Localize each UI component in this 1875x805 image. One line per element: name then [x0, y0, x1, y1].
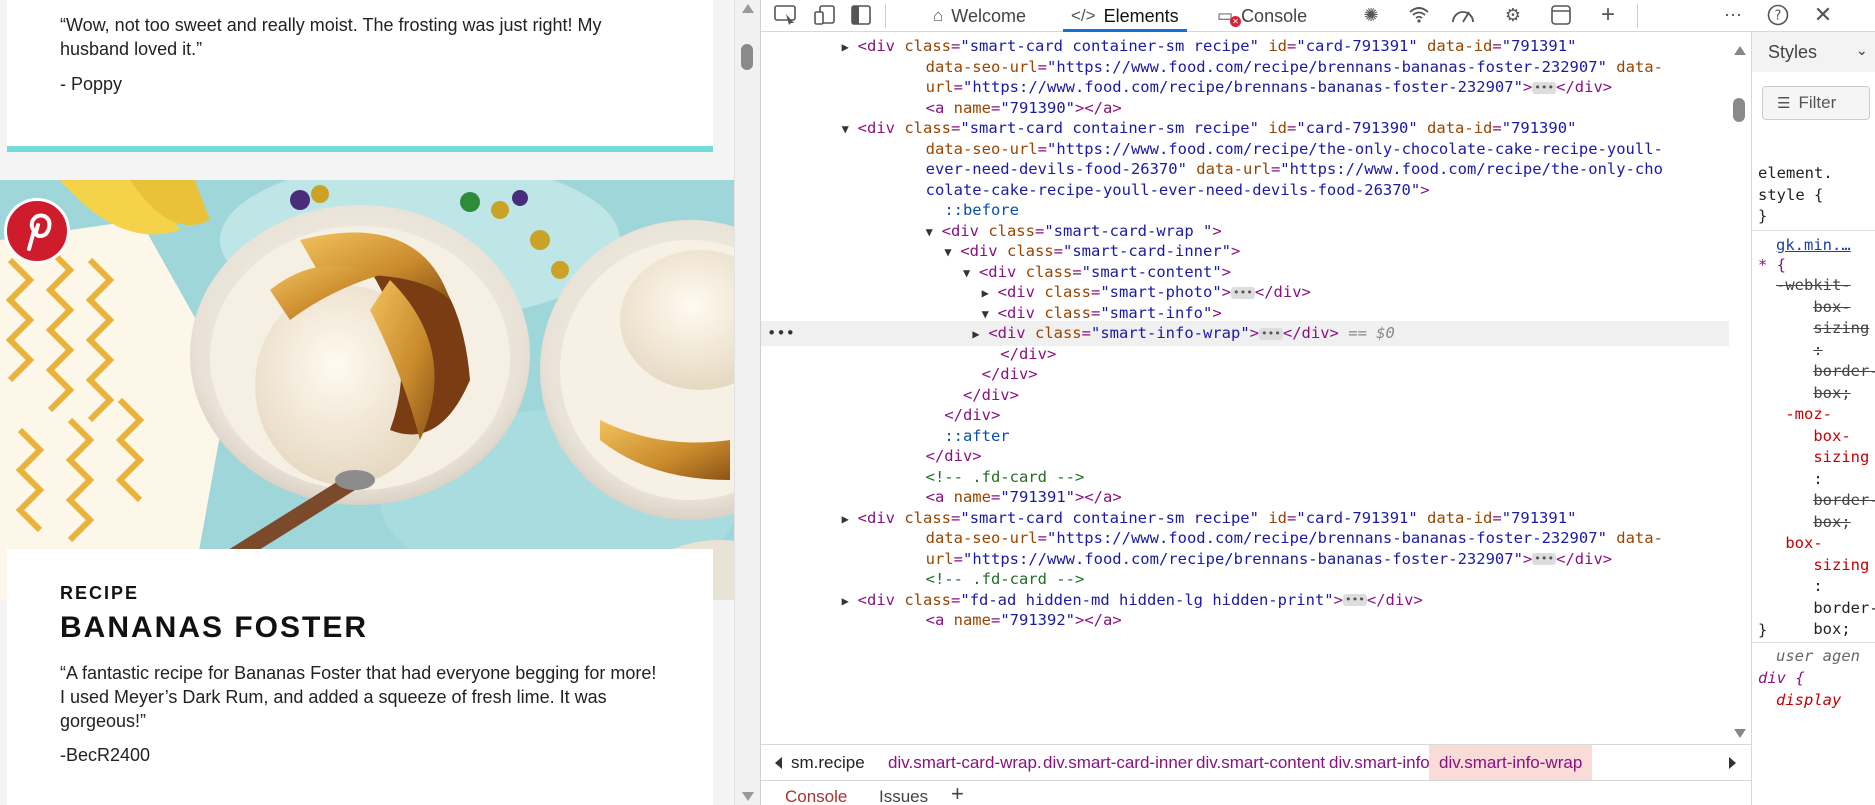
ua-property[interactable]: display	[1776, 690, 1841, 712]
drawer-tab-issues[interactable]: Issues	[879, 787, 928, 805]
gear-chip-icon[interactable]: ⚙	[1499, 2, 1527, 28]
svg-text:?: ?	[1775, 9, 1782, 24]
scroll-thumb[interactable]	[1733, 98, 1745, 122]
css-declarations[interactable]: -webkit- box- sizing : border- box; -moz…	[1776, 275, 1875, 641]
recipe-kicker: RECIPE	[60, 583, 140, 603]
recipe-title[interactable]: BANANAS FOSTER	[60, 611, 368, 645]
chevron-down-icon[interactable]: ⌄	[1856, 42, 1868, 59]
breadcrumb-item[interactable]: sm.recipe	[781, 745, 875, 781]
user-agent-label: user agen	[1776, 647, 1860, 665]
sidebar-toggle-icon[interactable]	[847, 2, 875, 28]
styles-pane: Styles ⌄ ☰ Filter element. style { } gk.m…	[1751, 32, 1875, 805]
application-icon[interactable]	[1547, 2, 1575, 28]
tab-welcome-label: Welcome	[951, 5, 1026, 26]
tab-styles[interactable]: Styles	[1768, 42, 1817, 63]
performance-icon[interactable]	[1449, 2, 1477, 28]
tab-console-label: Console	[1241, 5, 1308, 26]
breadcrumb-item[interactable]: div.smart-card-inner	[1033, 745, 1203, 781]
ellipsis-icon[interactable]: •••	[1532, 553, 1557, 565]
close-brace: }	[1758, 621, 1768, 639]
element-style-rule[interactable]: element. style { }	[1758, 163, 1833, 228]
bug-icon[interactable]: ✺	[1357, 2, 1385, 28]
scroll-up-arrow-icon[interactable]	[742, 4, 754, 13]
recipe-review-author: -BecR2400	[60, 745, 151, 765]
universal-selector-rule[interactable]: * {	[1758, 255, 1786, 277]
drawer-tab-console[interactable]: Console	[785, 787, 847, 805]
more-icon[interactable]: ⋯	[1719, 2, 1747, 28]
scroll-up-arrow-icon[interactable]	[1734, 46, 1746, 55]
tab-console[interactable]: ▭ ✕ Console	[1217, 0, 1307, 32]
device-emulation-icon[interactable]	[811, 2, 839, 28]
scroll-down-arrow-icon[interactable]	[742, 792, 754, 801]
code-icon: </>	[1071, 6, 1096, 25]
review-quote: “Wow, not too sweet and really moist. Th…	[60, 15, 602, 59]
styles-filter-input[interactable]: ☰ Filter	[1762, 86, 1870, 120]
home-icon: ⌂	[933, 6, 944, 25]
ua-selector[interactable]: div {	[1758, 668, 1805, 690]
ellipsis-icon[interactable]: •••	[1259, 327, 1283, 340]
styles-header: Styles ⌄	[1752, 32, 1875, 72]
drawer-tabbar: Console Issues +	[761, 780, 1875, 805]
breadcrumb-item[interactable]: div.smart-card-wrap.	[878, 745, 1052, 781]
devtools-panel: ⌂ Welcome </> Elements ▭ ✕ Console ✺ ⚙ + ⋯ ?…	[760, 0, 1875, 805]
close-icon[interactable]: ✕	[1809, 2, 1837, 28]
recipe-card[interactable]: RECIPE BANANAS FOSTER “A fantastic recip…	[7, 549, 713, 805]
review-card: “Wow, not too sweet and really moist. Th…	[7, 0, 713, 152]
dom-tree[interactable]: ▶ <div class="smart-card container-sm rec…	[761, 32, 1729, 744]
pinterest-save-button[interactable]	[4, 198, 70, 264]
ellipsis-icon[interactable]: •••	[1532, 81, 1557, 94]
dom-node-line[interactable]: <a name="791392"></a>	[761, 608, 1729, 633]
scroll-thumb[interactable]	[741, 44, 753, 70]
row-options-icon[interactable]: •••	[761, 324, 795, 342]
breadcrumb-item[interactable]: div.smart-content	[1186, 745, 1335, 781]
review-author: - Poppy	[60, 74, 123, 94]
breadcrumb-item-active[interactable]: div.smart-info-wrap	[1429, 745, 1593, 781]
stylesheet-link[interactable]: gk.min.…	[1776, 235, 1851, 257]
breadcrumb-item[interactable]: div.smart-info	[1319, 745, 1440, 781]
tab-elements-label: Elements	[1103, 5, 1179, 26]
devtools-toolbar: ⌂ Welcome </> Elements ▭ ✕ Console ✺ ⚙ + ⋯ ?…	[761, 0, 1875, 32]
recipe-photo[interactable]	[0, 180, 734, 600]
drawer-add-icon[interactable]: +	[951, 781, 964, 805]
pinterest-icon	[27, 213, 52, 251]
filter-icon: ☰	[1777, 95, 1791, 112]
dom-tree-scrollbar[interactable]	[1729, 32, 1751, 744]
ellipsis-icon[interactable]: •••	[1231, 286, 1255, 299]
scroll-down-arrow-icon[interactable]	[1734, 729, 1746, 738]
console-icon: ▭ ✕	[1217, 6, 1241, 27]
breadcrumb-right-arrow-icon[interactable]	[1729, 757, 1736, 769]
tab-elements[interactable]: </> Elements	[1063, 0, 1187, 32]
filter-placeholder: Filter	[1798, 93, 1837, 112]
web-page-viewport[interactable]: “Wow, not too sweet and really moist. Th…	[0, 0, 734, 805]
error-badge-icon: ✕	[1230, 16, 1241, 27]
tab-welcome[interactable]: ⌂ Welcome	[933, 0, 1026, 32]
add-tab-icon[interactable]: +	[1594, 1, 1622, 28]
ellipsis-icon[interactable]: •••	[1342, 594, 1367, 606]
help-icon[interactable]: ?	[1764, 2, 1792, 28]
recipe-review-quote: “A fantastic recipe for Bananas Foster t…	[60, 663, 657, 731]
breadcrumb: sm.recipe div.smart-card-wrap. div.smart…	[761, 744, 1751, 781]
wifi-icon[interactable]	[1405, 2, 1433, 28]
page-scrollbar[interactable]	[734, 0, 760, 805]
inspect-icon[interactable]	[772, 2, 800, 28]
